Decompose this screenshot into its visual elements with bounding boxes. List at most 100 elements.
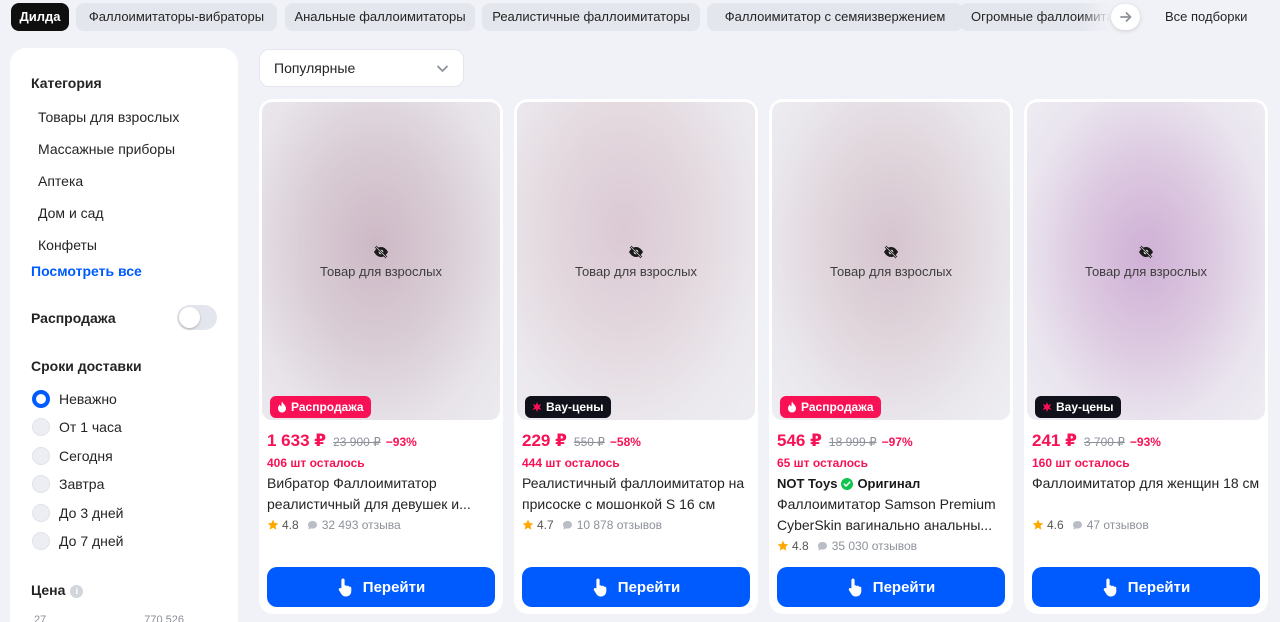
adult-content-label: Товар для взрослых [772, 245, 1010, 281]
product-image-placeholder[interactable]: Товар для взрослых Распродажа [262, 102, 500, 420]
delivery-option-3-days[interactable]: До 3 дней [32, 503, 124, 523]
go-to-product-button[interactable]: Перейти [522, 567, 750, 607]
pointing-hand-icon [338, 578, 352, 597]
brand-name[interactable]: NOT Toys [777, 476, 837, 491]
adult-label-text: Товар для взрослых [830, 264, 952, 279]
product-image-placeholder[interactable]: Товар для взрослых Распродажа [772, 102, 1010, 420]
category-item-adult[interactable]: Товары для взрослых [38, 109, 179, 125]
delivery-option-1-hour[interactable]: От 1 часа [32, 417, 122, 437]
delivery-option-label: Завтра [59, 476, 105, 492]
chevron-down-icon [437, 65, 448, 72]
flame-icon [788, 401, 796, 413]
star-icon [267, 519, 279, 530]
rating-value: 4.8 [282, 518, 299, 532]
rating-row: 4.6 47 отзывов [1032, 518, 1149, 532]
category-item-home-garden[interactable]: Дом и сад [38, 205, 104, 221]
product-title[interactable]: Фаллоимитатор Samson Premium CyberSkin в… [777, 494, 1007, 536]
sort-dropdown[interactable]: Популярные [259, 49, 464, 87]
chip-ejaculating[interactable]: Фаллоимитатор с семяизвержением [707, 3, 963, 31]
price-max[interactable]: 770 526 [144, 614, 184, 622]
chip-vibrators[interactable]: Фаллоимитаторы-вибраторы [76, 3, 277, 31]
adult-label-text: Товар для взрослых [575, 264, 697, 279]
rating-row: 4.7 10 878 отзывов [522, 518, 662, 532]
current-price: 546 ₽ [777, 431, 822, 450]
chips-next-button[interactable] [1111, 4, 1140, 30]
sale-badge: Распродажа [270, 396, 371, 418]
chip-huge[interactable]: Огромные фаллоимитаторы [960, 3, 1130, 31]
old-price: 3 700 ₽ [1083, 435, 1125, 449]
product-card[interactable]: Товар для взрослых Распродажа 546 ₽ 18 9… [769, 99, 1013, 614]
delivery-option-tomorrow[interactable]: Завтра [32, 474, 104, 494]
product-image-placeholder[interactable]: Товар для взрослых Вау-цены [517, 102, 755, 420]
delivery-option-label: От 1 часа [59, 419, 122, 435]
star-icon [522, 519, 534, 530]
delivery-option-7-days[interactable]: До 7 дней [32, 531, 124, 551]
rating-row: 4.8 32 493 отзыва [267, 518, 401, 532]
filters-sidebar: Категория Товары для взрослых Массажные … [10, 48, 238, 622]
reviews-count[interactable]: 35 030 отзывов [832, 539, 917, 553]
discount: −58% [609, 435, 641, 449]
discount: −93% [385, 435, 417, 449]
delivery-option-today[interactable]: Сегодня [32, 446, 113, 466]
wow-price-badge: Вау-цены [525, 396, 611, 418]
go-to-product-button[interactable]: Перейти [777, 567, 1005, 607]
category-item-massage[interactable]: Массажные приборы [38, 141, 175, 157]
price-line: 241 ₽ 3 700 ₽ −93% [1032, 431, 1161, 451]
eye-off-icon [374, 245, 388, 259]
radio [32, 475, 50, 493]
sale-toggle[interactable] [177, 305, 217, 330]
radio [32, 447, 50, 465]
delivery-heading: Сроки доставки [31, 358, 142, 374]
delivery-option-any[interactable]: Неважно [32, 389, 117, 409]
rating-value: 4.8 [792, 539, 809, 553]
stock-left: 406 шт осталось [267, 456, 365, 470]
reviews-count[interactable]: 32 493 отзыва [322, 518, 401, 532]
star-burst-icon [532, 402, 542, 412]
category-item-pharmacy[interactable]: Аптека [38, 173, 83, 189]
flame-icon [278, 401, 286, 413]
info-icon[interactable]: i [70, 585, 84, 598]
price-line: 229 ₽ 550 ₽ −58% [522, 431, 641, 451]
current-price: 1 633 ₽ [267, 431, 327, 450]
chat-bubble-icon [1072, 520, 1082, 530]
old-price: 550 ₽ [573, 435, 605, 449]
star-icon [777, 540, 789, 551]
eye-off-icon [884, 245, 898, 259]
reviews-count[interactable]: 10 878 отзывов [577, 518, 662, 532]
price-min[interactable]: 27 [34, 614, 46, 622]
product-title[interactable]: Фаллоимитатор для женщин 18 см [1032, 473, 1262, 494]
rating-row: 4.8 35 030 отзывов [777, 539, 917, 553]
product-title[interactable]: Реалистичный фаллоимитатор на присоске с… [522, 473, 752, 515]
chip-anal[interactable]: Анальные фаллоимитаторы [285, 3, 475, 31]
badge-label: Распродажа [801, 400, 874, 414]
product-title[interactable]: Вибратор Фаллоимитатор реалистичный для … [267, 473, 497, 515]
radio [32, 504, 50, 522]
chat-bubble-icon [307, 520, 317, 530]
adult-label-text: Товар для взрослых [320, 264, 442, 279]
wow-price-badge: Вау-цены [1035, 396, 1121, 418]
product-image-placeholder[interactable]: Товар для взрослых Вау-цены [1027, 102, 1265, 420]
product-card[interactable]: Товар для взрослых Распродажа 1 633 ₽ 23… [259, 99, 503, 614]
all-collections-link[interactable]: Все подборки [1150, 3, 1262, 31]
see-all-categories-link[interactable]: Посмотреть все [31, 263, 142, 279]
chip-dilda[interactable]: Дилда [11, 3, 69, 31]
sale-filter-label: Распродажа [31, 310, 116, 326]
stock-left: 160 шт осталось [1032, 456, 1130, 470]
eye-off-icon [629, 245, 643, 259]
category-item-candy[interactable]: Конфеты [38, 237, 97, 253]
go-to-product-button[interactable]: Перейти [1032, 567, 1260, 607]
price-line: 1 633 ₽ 23 900 ₽ −93% [267, 431, 417, 451]
collection-chips: Дилда Фаллоимитаторы-вибраторы Анальные … [11, 3, 1280, 31]
product-card[interactable]: Товар для взрослых Вау-цены 241 ₽ 3 700 … [1024, 99, 1268, 614]
badge-label: Распродажа [291, 400, 364, 414]
toggle-knob [179, 307, 200, 328]
product-card[interactable]: Товар для взрослых Вау-цены 229 ₽ 550 ₽ … [514, 99, 758, 614]
eye-off-icon [1139, 245, 1153, 259]
badge-label: Вау-цены [546, 400, 604, 414]
adult-content-label: Товар для взрослых [262, 245, 500, 281]
button-label: Перейти [617, 578, 681, 596]
star-icon [1032, 519, 1044, 530]
go-to-product-button[interactable]: Перейти [267, 567, 495, 607]
chip-realistic[interactable]: Реалистичные фаллоимитаторы [482, 3, 700, 31]
reviews-count[interactable]: 47 отзывов [1087, 518, 1149, 532]
